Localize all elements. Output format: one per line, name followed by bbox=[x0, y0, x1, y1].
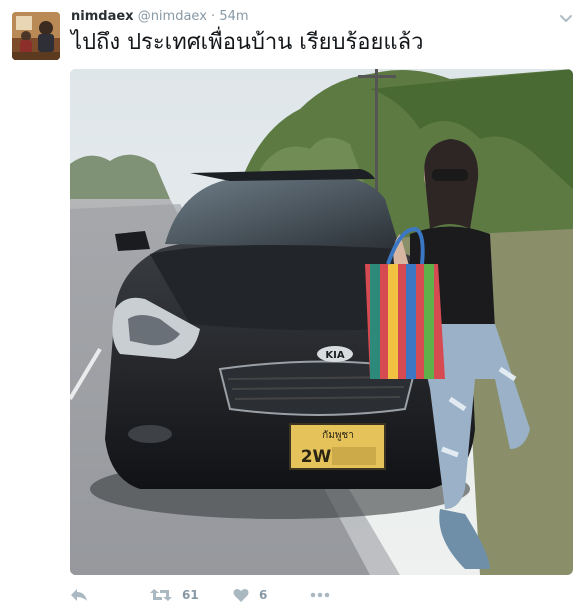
more-icon bbox=[310, 592, 330, 598]
reply-button[interactable] bbox=[70, 585, 88, 605]
tweet-header: nimdaex @nimdaex · 54m bbox=[71, 9, 249, 24]
separator-dot: · bbox=[211, 9, 216, 24]
plate-province: กัมพูชา bbox=[322, 430, 354, 441]
more-button[interactable] bbox=[310, 585, 330, 605]
retweet-count: 61 bbox=[182, 588, 199, 602]
tweet-card: nimdaex @nimdaex · 54m ไปถึง ประเทศเพื่อ… bbox=[0, 0, 585, 613]
like-button[interactable]: 6 bbox=[233, 585, 267, 605]
display-name[interactable]: nimdaex bbox=[71, 9, 134, 24]
user-handle[interactable]: @nimdaex bbox=[138, 9, 207, 24]
photo-scene: KIA กัมพูชา 2W bbox=[70, 69, 573, 575]
car-badge: KIA bbox=[325, 350, 344, 361]
user-avatar[interactable] bbox=[12, 12, 60, 60]
avatar-image bbox=[12, 12, 60, 60]
tweet-text: ไปถึง ประเทศเพื่อนบ้าน เรียบร้อยแล้ว bbox=[71, 30, 424, 55]
plate-number: 2W bbox=[301, 447, 332, 467]
reply-icon bbox=[71, 589, 87, 601]
retweet-button[interactable]: 61 bbox=[150, 585, 199, 605]
heart-icon bbox=[233, 588, 249, 602]
tweet-photo[interactable]: KIA กัมพูชา 2W bbox=[70, 69, 573, 575]
tweet-timestamp[interactable]: 54m bbox=[219, 9, 248, 24]
retweet-icon bbox=[150, 589, 172, 601]
chevron-down-icon[interactable] bbox=[559, 11, 573, 25]
like-count: 6 bbox=[259, 588, 268, 602]
tweet-actions: 61 6 bbox=[70, 585, 550, 605]
